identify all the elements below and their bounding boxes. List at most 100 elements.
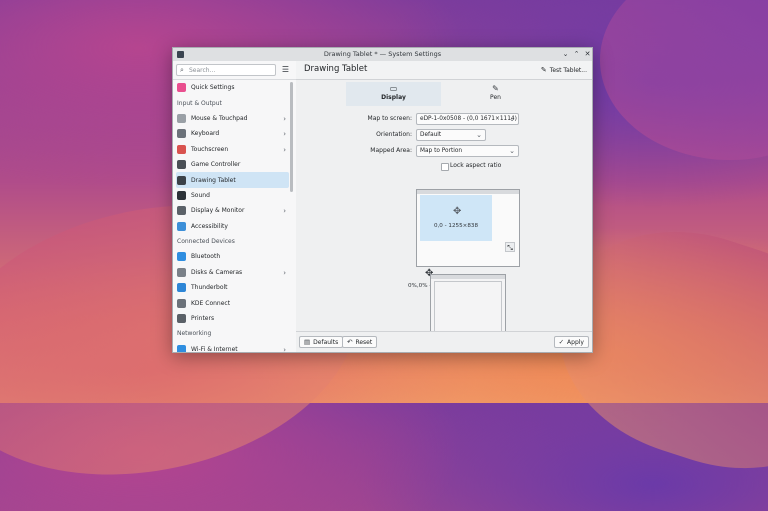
sidebar-item-game-controller[interactable]: Game Controller — [173, 157, 289, 172]
speaker-icon — [177, 190, 186, 200]
sidebar-item-kde-connect[interactable]: KDE Connect — [173, 295, 289, 310]
gamepad-icon — [177, 160, 186, 170]
sidebar-item-label: Thunderbolt — [191, 284, 228, 292]
sidebar-item-disks-cameras[interactable]: Disks & Cameras › — [173, 265, 289, 280]
tab-label: Pen — [490, 94, 501, 101]
sidebar-nav: Quick Settings Input & Output Mouse & Touc… — [173, 80, 289, 352]
sidebar-item-accessibility[interactable]: Accessibility — [173, 219, 289, 234]
screen-area-label: 0,0 - 1255×838 — [433, 223, 479, 229]
sidebar-item-label: Disks & Cameras — [191, 268, 243, 276]
chevron-right-icon: › — [283, 130, 286, 139]
thunderbolt-icon — [177, 283, 186, 293]
sidebar-search-row: ⌕ Search... ☰ — [173, 61, 296, 80]
lock-aspect-checkbox[interactable] — [441, 163, 449, 171]
minimize-button[interactable]: ⌄ — [561, 50, 570, 59]
sidebar-item-bluetooth[interactable]: Bluetooth — [173, 249, 289, 264]
lock-aspect-label: Lock aspect ratio — [450, 162, 502, 169]
disk-icon — [177, 267, 186, 277]
search-input[interactable]: ⌕ Search... — [176, 64, 276, 76]
reset-button[interactable]: ↶ Reset — [342, 336, 378, 348]
combo-value: Default — [420, 132, 442, 138]
sidebar-item-wi-fi-internet[interactable]: Wi-Fi & Internet › — [173, 342, 289, 352]
sidebar-item-display-monitor[interactable]: Display & Monitor › — [173, 203, 289, 218]
search-icon: ⌕ — [180, 66, 184, 74]
sidebar-scrollbar[interactable] — [290, 82, 293, 192]
lock-aspect-row: Lock aspect ratio — [296, 160, 592, 172]
tab-pen[interactable]: ✎ Pen — [448, 82, 543, 106]
sidebar-item-label: Keyboard — [191, 130, 220, 138]
test-tablet-button[interactable]: ✎ Test Tablet... — [541, 64, 587, 76]
monitor-icon — [177, 206, 186, 216]
sidebar-item-keyboard[interactable]: Keyboard › — [173, 126, 289, 141]
chevron-right-icon: › — [283, 145, 286, 154]
wallpaper-shape — [600, 0, 768, 160]
combo-value: Map to Portion — [420, 148, 463, 154]
main-panel: Drawing Tablet ✎ Test Tablet... ▭ Displa… — [296, 61, 592, 352]
tablet-active-area — [434, 281, 502, 333]
hamburger-menu-icon[interactable]: ☰ — [281, 65, 290, 74]
sidebar-item-label: Printers — [191, 315, 215, 323]
sidebar-item-label: Accessibility — [191, 222, 228, 230]
sidebar-item-label: KDE Connect — [191, 299, 231, 307]
window-title: Drawing Tablet * — System Settings — [323, 50, 442, 58]
touchscreen-icon — [177, 144, 186, 154]
pen-icon: ✎ — [540, 66, 547, 74]
check-icon: ✓ — [558, 338, 565, 346]
mapped-screen-area[interactable]: ✥ 0,0 - 1255×838 — [420, 195, 492, 241]
footer-bar: ▤ Defaults ↶ Reset ✓ Apply — [296, 331, 592, 352]
sidebar-item-quick-settings[interactable]: Quick Settings — [173, 80, 289, 95]
mapped-area-combo[interactable]: Map to Portion ⌄ — [416, 145, 519, 157]
map-to-screen-label: Map to screen: — [367, 115, 412, 122]
phone-icon — [177, 298, 186, 308]
sidebar: ⌕ Search... ☰ Quick Settings Input & Outp… — [173, 61, 297, 352]
tab-label: Display — [381, 94, 406, 101]
keyboard-icon — [177, 129, 186, 139]
sidebar-item-label: Quick Settings — [191, 84, 235, 92]
document-icon: ▤ — [304, 338, 311, 346]
sidebar-item-label: Mouse & Touchpad — [191, 114, 248, 122]
bluetooth-icon — [177, 252, 186, 262]
combo-value: eDP-1-0x0508 - (0,0 1671×1114) — [420, 116, 517, 122]
chevron-down-icon: ⌄ — [509, 147, 515, 155]
sidebar-item-label: Drawing Tablet — [191, 176, 236, 184]
maximize-button[interactable]: ⌃ — [572, 50, 581, 59]
chevron-down-icon: ⌄ — [476, 131, 482, 139]
sidebar-section-header: Networking — [177, 330, 212, 338]
mapped-area-row: Mapped Area: Map to Portion ⌄ — [296, 145, 592, 157]
sidebar-item-label: Game Controller — [191, 161, 241, 169]
reset-label: Reset — [355, 338, 373, 346]
defaults-label: Defaults — [313, 338, 339, 346]
tab-bar: ▭ Display ✎ Pen — [296, 80, 592, 106]
sidebar-item-thunderbolt[interactable]: Thunderbolt — [173, 280, 289, 295]
orientation-label: Orientation: — [376, 131, 412, 138]
close-button[interactable]: ✕ — [583, 50, 592, 59]
page-header: Drawing Tablet ✎ Test Tablet... — [296, 61, 592, 80]
map-to-screen-combo[interactable]: eDP-1-0x0508 - (0,0 1671×1114) ⌄ — [416, 113, 519, 125]
orientation-combo[interactable]: Default ⌄ — [416, 129, 486, 141]
system-settings-window: Drawing Tablet * — System Settings ⌄ ⌃ ✕… — [172, 47, 593, 353]
orientation-row: Orientation: Default ⌄ — [296, 129, 592, 141]
defaults-button[interactable]: ▤ Defaults — [299, 336, 344, 348]
chevron-right-icon: › — [283, 207, 286, 216]
screen-preview: ✥ 0,0 - 1255×838 ⤡ — [416, 189, 520, 267]
shrink-icon[interactable]: ⤡ — [505, 242, 515, 252]
page-title: Drawing Tablet — [304, 64, 368, 74]
search-placeholder: Search... — [189, 67, 216, 74]
sidebar-item-label: Sound — [191, 191, 210, 199]
test-tablet-label: Test Tablet... — [549, 66, 587, 74]
pen-icon: ✎ — [492, 84, 499, 93]
quick-settings-icon — [177, 83, 186, 93]
sidebar-item-sound[interactable]: Sound — [173, 188, 289, 203]
tab-display[interactable]: ▭ Display — [346, 82, 441, 106]
title-bar[interactable]: Drawing Tablet * — System Settings ⌄ ⌃ ✕ — [173, 48, 592, 62]
sidebar-item-drawing-tablet[interactable]: Drawing Tablet — [176, 172, 289, 188]
sidebar-item-printers[interactable]: Printers — [173, 311, 289, 326]
sidebar-item-mouse-touchpad[interactable]: Mouse & Touchpad › — [173, 111, 289, 126]
sidebar-item-label: Wi-Fi & Internet — [191, 345, 238, 352]
tablet-icon — [177, 175, 186, 185]
tablet-preview — [430, 274, 506, 337]
apply-button[interactable]: ✓ Apply — [553, 336, 589, 348]
sidebar-item-touchscreen[interactable]: Touchscreen › — [173, 142, 289, 157]
display-icon: ▭ — [389, 84, 398, 93]
screen-preview-bar — [417, 190, 519, 194]
